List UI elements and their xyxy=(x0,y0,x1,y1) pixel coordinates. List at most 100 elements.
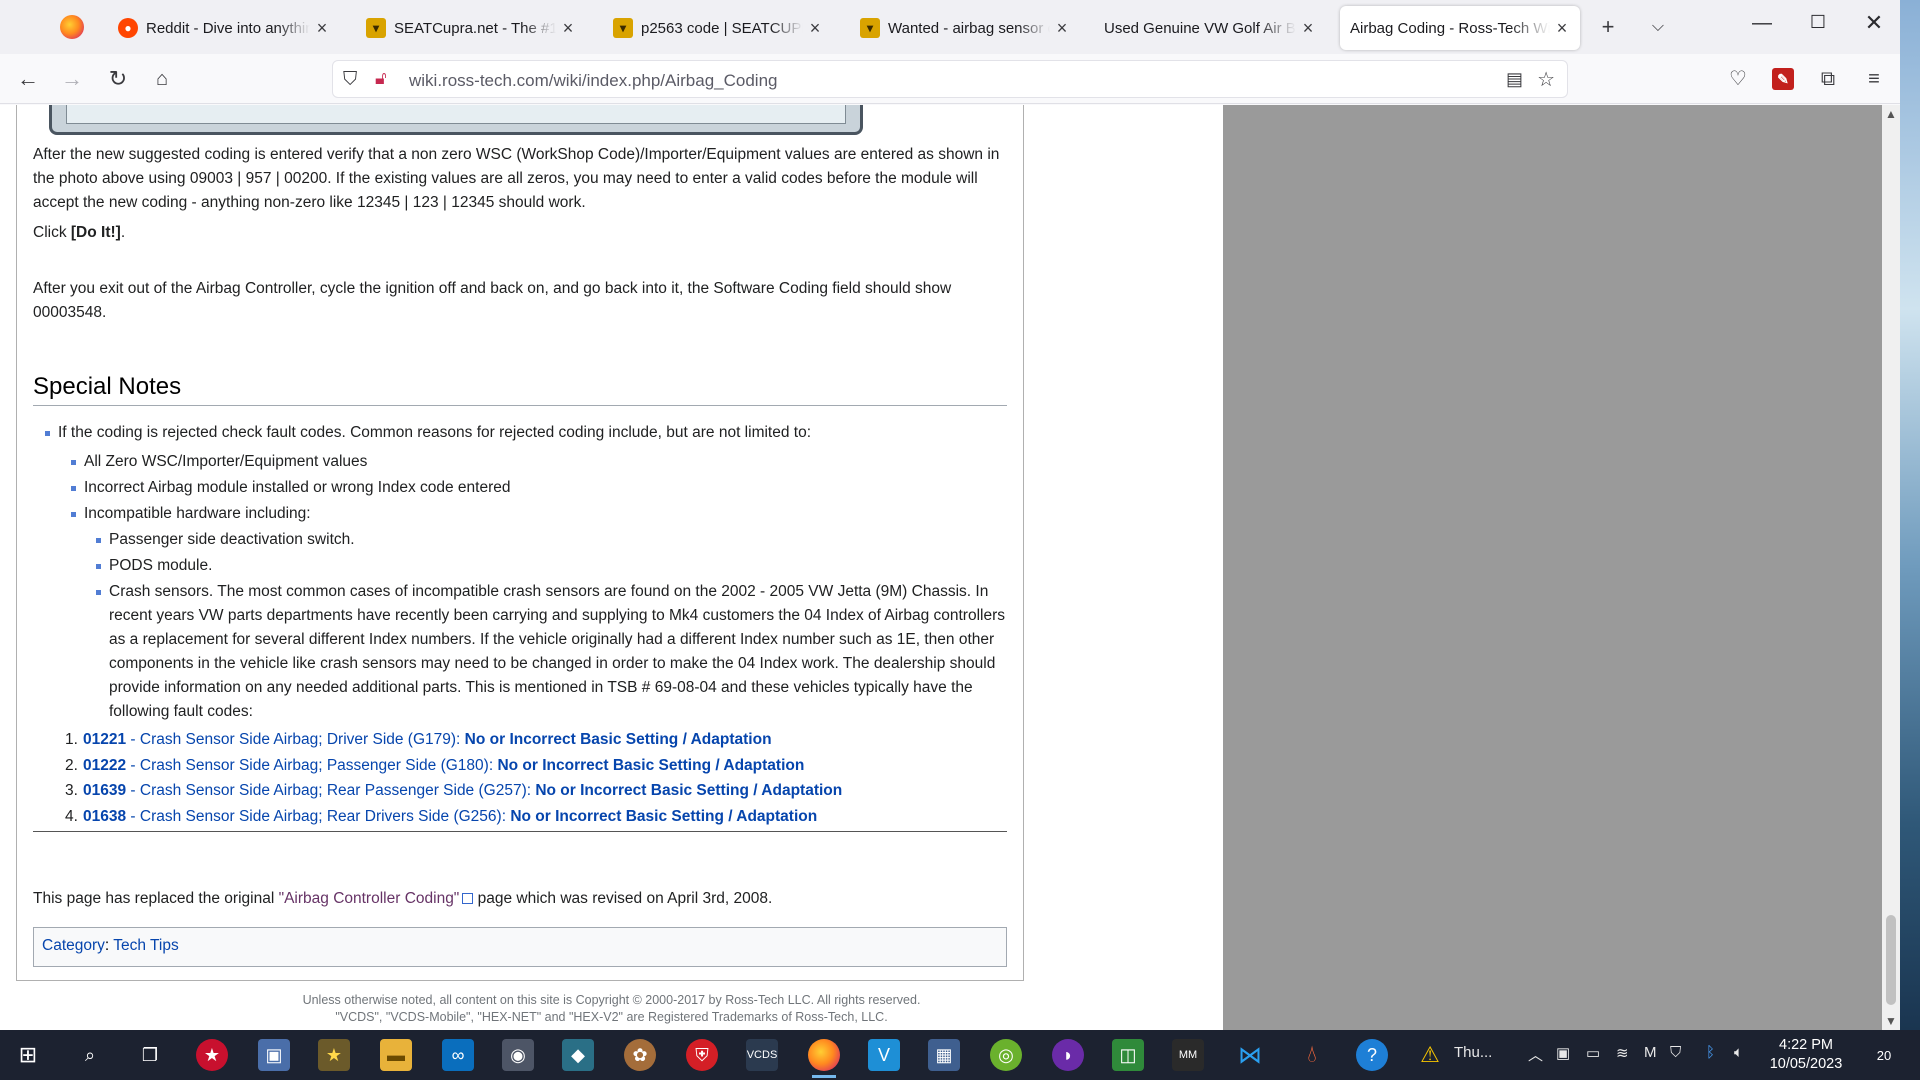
list-item: If the coding is rejected check fault co… xyxy=(45,421,1018,445)
new-tab-icon[interactable]: + xyxy=(1594,14,1622,40)
favorites-star-icon[interactable]: ★ xyxy=(318,1039,350,1071)
app-menu-icon[interactable]: ≡ xyxy=(1860,66,1888,94)
pocket-icon[interactable]: ♡ xyxy=(1724,66,1752,94)
seat-forum-icon: ▾ xyxy=(613,18,633,38)
save-disk-icon[interactable]: ▣ xyxy=(258,1039,290,1071)
system-clock[interactable]: 4:22 PM 10/05/2023 xyxy=(1758,1036,1854,1074)
tab-p2563[interactable]: ▾ p2563 code | SEATCUPRA.N × xyxy=(603,6,833,50)
trademark-text: "VCDS", "VCDS-Mobile", "HEX-NET" and "HE… xyxy=(335,1010,888,1024)
fault-setting-link[interactable]: No or Incorrect Basic Setting / Adaptati… xyxy=(510,808,817,825)
clock-date: 10/05/2023 xyxy=(1769,1056,1843,1072)
scroll-up-icon[interactable]: ▲ xyxy=(1882,107,1900,121)
tab-airbag-coding[interactable]: Airbag Coding - Ross-Tech Wiki × xyxy=(1340,6,1580,50)
fault-code-link[interactable]: 01222 xyxy=(83,757,126,774)
article-body: After the new suggested coding is entere… xyxy=(16,105,1024,981)
wifi-icon[interactable]: ≋ xyxy=(1616,1044,1629,1062)
section-divider xyxy=(33,831,1007,832)
firefox-view-icon[interactable] xyxy=(60,15,84,39)
tray-app-icon[interactable]: ▣ xyxy=(1556,1044,1570,1062)
bluetooth-icon[interactable]: ᛒ xyxy=(1706,1044,1715,1061)
maximize-icon[interactable]: ☐ xyxy=(1796,12,1840,33)
vscode-icon[interactable]: ⋈ xyxy=(1234,1039,1266,1071)
show-hidden-icons-chevron-icon[interactable]: ︿ xyxy=(1528,1044,1543,1065)
list-item: PODS module. xyxy=(96,554,1009,578)
arduino-icon[interactable]: ∞ xyxy=(442,1039,474,1071)
replaced-page-note: This page has replaced the original "Air… xyxy=(33,890,773,907)
url-text[interactable]: wiki.ross-tech.com/wiki/index.php/Airbag… xyxy=(409,71,778,91)
airbag-controller-coding-link[interactable]: "Airbag Controller Coding" xyxy=(279,890,460,907)
list-item: Crash sensors. The most common cases of … xyxy=(96,580,1009,724)
close-tab-icon[interactable]: × xyxy=(1554,18,1570,39)
fault-code-link[interactable]: 01638 xyxy=(83,808,126,825)
fault-setting-link[interactable]: No or Incorrect Basic Setting / Adaptati… xyxy=(465,731,772,748)
poker-app-icon[interactable]: ★ xyxy=(196,1039,228,1071)
scrollbar-thumb[interactable] xyxy=(1886,915,1896,1005)
wsc-paragraph: After the new suggested coding is entere… xyxy=(33,146,1000,211)
search-icon[interactable]: ⌕ xyxy=(74,1039,106,1071)
forward-icon[interactable]: → xyxy=(58,66,86,94)
reload-icon[interactable]: ↻ xyxy=(104,66,132,94)
tab-strip: ● Reddit - Dive into anything × ▾ SEATCu… xyxy=(0,0,1900,54)
reddit-icon: ● xyxy=(118,18,138,38)
tab-used-golf-airbag[interactable]: Used Genuine VW Golf Air Bag × xyxy=(1094,6,1326,50)
tab-reddit[interactable]: ● Reddit - Dive into anything × xyxy=(108,6,340,50)
paint-palette-icon[interactable]: ✿ xyxy=(624,1039,656,1071)
do-it-button-label: [Do It!] xyxy=(70,224,121,241)
camera-icon[interactable]: ◉ xyxy=(502,1039,534,1071)
list-tabs-icon[interactable]: ⌵ xyxy=(1644,18,1672,36)
mm-app-icon[interactable]: MM xyxy=(1172,1039,1204,1071)
fault-setting-link[interactable]: No or Incorrect Basic Setting / Adaptati… xyxy=(497,757,804,774)
close-tab-icon[interactable]: × xyxy=(560,18,576,39)
category-tech-tips-link[interactable]: Tech Tips xyxy=(113,937,178,954)
close-tab-icon[interactable]: × xyxy=(314,18,330,39)
v-app-icon[interactable]: V xyxy=(868,1039,900,1071)
vcds-icon[interactable]: VCDS xyxy=(746,1039,778,1071)
insecure-connection-icon[interactable]: 🔓︎ xyxy=(375,68,387,89)
pdf-extension-icon[interactable]: ✎ xyxy=(1772,68,1794,90)
categories-link[interactable]: Category xyxy=(42,937,105,954)
weather-warning-icon[interactable]: ⚠ xyxy=(1414,1039,1446,1071)
fault-code-link[interactable]: 01221 xyxy=(83,731,126,748)
reader-view-icon[interactable]: ▤ xyxy=(1506,69,1523,90)
notification-center-icon[interactable]: 20 xyxy=(1868,1039,1900,1071)
wiki-page: After the new suggested coding is entere… xyxy=(0,105,1223,1030)
address-bar[interactable]: ⛉ 🔓︎ wiki.ross-tech.com/wiki/index.php/A… xyxy=(332,60,1568,98)
tab-wanted-airbag[interactable]: ▾ Wanted - airbag sensor or × xyxy=(850,6,1080,50)
close-tab-icon[interactable]: × xyxy=(807,18,823,39)
bookmark-star-icon[interactable]: ☆ xyxy=(1537,67,1555,92)
vertical-scrollbar[interactable]: ▲ ▼ xyxy=(1882,105,1900,1030)
android-app-icon[interactable]: ◎ xyxy=(990,1039,1022,1071)
help-icon[interactable]: ? xyxy=(1356,1039,1388,1071)
windows-start-icon[interactable]: ⊞ xyxy=(12,1039,44,1071)
incompatible-hardware-list: Passenger side deactivation switch. PODS… xyxy=(96,528,1009,724)
malwarebytes-icon[interactable]: M xyxy=(1644,1044,1657,1061)
defender-icon[interactable]: ⛉ xyxy=(1670,1044,1681,1061)
tab-seatcupra[interactable]: ▾ SEATCupra.net - The #1 Co × xyxy=(356,6,586,50)
close-window-icon[interactable]: ✕ xyxy=(1852,10,1896,36)
tracking-protection-shield-icon[interactable]: ⛉ xyxy=(343,69,357,91)
battery-icon[interactable]: ▭ xyxy=(1586,1044,1600,1062)
extensions-icon[interactable]: ⧉ xyxy=(1814,66,1842,94)
remote-desktop-icon[interactable]: ▦ xyxy=(928,1039,960,1071)
seat-forum-icon: ▾ xyxy=(366,18,386,38)
shield-app-icon[interactable]: ⛨ xyxy=(686,1039,718,1071)
fault-code-item: 3. 01639 - Crash Sensor Side Airbag; Rea… xyxy=(65,782,843,799)
notes-app-icon[interactable]: ◆ xyxy=(562,1039,594,1071)
page-viewport: After the new suggested coding is entere… xyxy=(0,105,1900,1030)
weather-text[interactable]: Thu... xyxy=(1454,1044,1492,1061)
back-icon[interactable]: ← xyxy=(14,66,42,94)
fault-setting-link[interactable]: No or Incorrect Basic Setting / Adaptati… xyxy=(535,782,842,799)
game-controller-icon[interactable]: ◫ xyxy=(1112,1039,1144,1071)
close-tab-icon[interactable]: × xyxy=(1300,18,1316,39)
podcast-app-icon[interactable]: ◗ xyxy=(1052,1039,1084,1071)
scroll-down-icon[interactable]: ▼ xyxy=(1882,1014,1900,1028)
home-icon[interactable]: ⌂ xyxy=(148,66,176,94)
volume-icon[interactable]: 🔈︎ xyxy=(1734,1044,1743,1061)
close-tab-icon[interactable]: × xyxy=(1054,18,1070,39)
fault-code-link[interactable]: 01639 xyxy=(83,782,126,799)
fluid-drop-icon[interactable]: 💧︎ xyxy=(1296,1039,1328,1071)
file-explorer-icon[interactable]: ▬ xyxy=(380,1039,412,1071)
minimize-icon[interactable]: — xyxy=(1740,12,1784,35)
task-view-icon[interactable]: ❐ xyxy=(134,1039,166,1071)
firefox-taskbar-icon[interactable] xyxy=(808,1039,840,1078)
